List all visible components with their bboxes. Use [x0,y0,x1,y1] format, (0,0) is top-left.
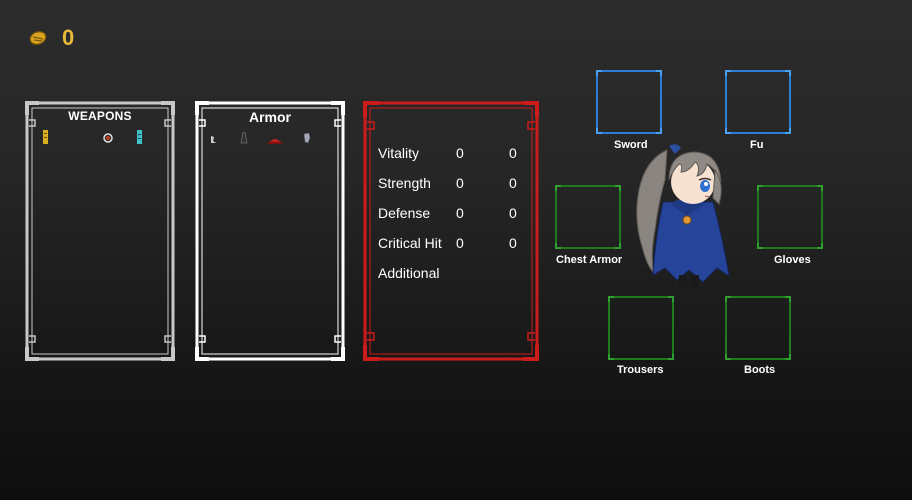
stat-bonus-defense: 0 [509,205,517,221]
trousers-slot-label: Trousers [617,364,664,376]
stat-label-additional: Additional [378,265,440,281]
chest-armor-slot-label: Chest Armor [556,254,623,266]
red-hat-icon[interactable] [268,132,282,144]
fu-slot-label: Fu [750,139,764,151]
armor-title: Armor [248,109,291,125]
stats-panel: Vitality 0 0 Strength 0 0 Defense 0 0 Cr… [362,100,540,362]
sword-slot[interactable] [596,70,662,134]
stats-panel-frame [363,101,539,361]
stat-label-defense: Defense [378,205,431,221]
weapons-panel: WEAPONS [24,100,176,362]
gloves-slot[interactable] [757,185,823,249]
stat-bonus-vitality: 0 [509,145,517,161]
silver-glove-icon[interactable] [302,131,312,144]
small-boot-icon[interactable] [209,132,219,144]
stat-label-critical-hit: Critical Hit [378,235,442,251]
boots-slot-label: Boots [744,364,776,376]
stat-bonus-critical-hit: 0 [509,235,517,251]
stat-value-defense: 0 [456,205,464,221]
stat-label-vitality: Vitality [378,145,419,161]
stat-value-vitality: 0 [456,145,464,161]
gloves-slot-label: Gloves [774,254,811,266]
coin-icon [28,30,48,46]
cyan-scroll-icon[interactable] [135,130,145,144]
dark-robe-icon[interactable] [240,131,250,144]
character-avatar [625,140,747,295]
stat-value-critical-hit: 0 [456,235,464,251]
chest-armor-slot[interactable] [555,185,621,249]
trousers-slot[interactable] [608,296,674,360]
stat-value-strength: 0 [456,175,464,191]
currency-count: 0 [62,25,75,50]
fire-staff-icon[interactable] [102,131,113,143]
yellow-talisman-icon[interactable] [41,130,51,144]
stat-bonus-strength: 0 [509,175,517,191]
stat-label-strength: Strength [378,175,431,191]
boots-slot[interactable] [725,296,791,360]
fu-slot[interactable] [725,70,791,134]
armor-panel: Armor [194,100,346,362]
weapons-title: WEAPONS [68,109,132,123]
